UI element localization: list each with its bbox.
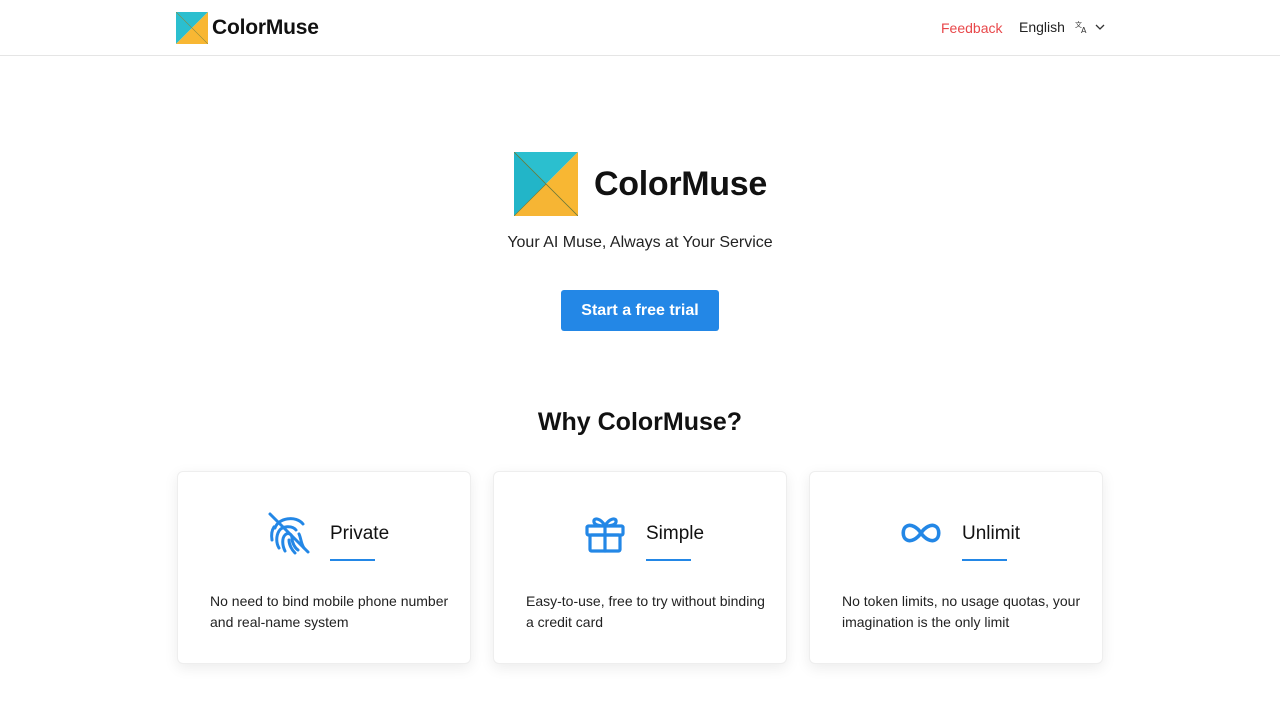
svg-text:A: A	[1081, 26, 1087, 34]
feature-title: Unlimit	[962, 523, 1021, 544]
title-underline	[962, 559, 1007, 561]
fingerprint-off-icon	[268, 512, 310, 555]
top-navbar: ColorMuse Feedback English 文 A	[0, 0, 1280, 56]
feedback-link[interactable]: Feedback	[941, 20, 1002, 36]
hero-tagline: Your AI Muse, Always at Your Service	[507, 234, 773, 251]
translate-icon: 文 A	[1075, 20, 1087, 34]
start-free-trial-button[interactable]: Start a free trial	[561, 290, 719, 331]
feature-description: No need to bind mobile phone number and …	[210, 593, 449, 630]
feature-card-unlimit: Unlimit No token limits, no usage quotas…	[809, 471, 1103, 664]
features-title: Why ColorMuse?	[537, 408, 743, 436]
hero-title: ColorMuse	[594, 164, 767, 203]
feature-title: Simple	[646, 523, 705, 544]
colormuse-logo-icon	[176, 12, 208, 44]
infinity-icon	[901, 523, 941, 543]
language-label: English	[1019, 19, 1065, 35]
gift-icon	[585, 517, 625, 553]
brand-link[interactable]: ColorMuse	[176, 12, 319, 44]
feature-description: Easy-to-use, free to try without binding…	[526, 593, 765, 630]
chevron-down-icon	[1095, 24, 1105, 30]
colormuse-hero-logo-icon	[514, 152, 578, 216]
hero-brand: ColorMuse	[514, 152, 767, 216]
feature-description: No token limits, no usage quotas, your i…	[842, 593, 1081, 630]
brand-name: ColorMuse	[212, 16, 319, 39]
title-underline	[330, 559, 375, 561]
feature-card-private: Private No need to bind mobile phone num…	[177, 471, 471, 664]
language-selector[interactable]: English 文 A	[1019, 19, 1105, 35]
title-underline	[646, 559, 691, 561]
feature-card-simple: Simple Easy-to-use, free to try without …	[493, 471, 787, 664]
feature-title: Private	[330, 523, 390, 544]
